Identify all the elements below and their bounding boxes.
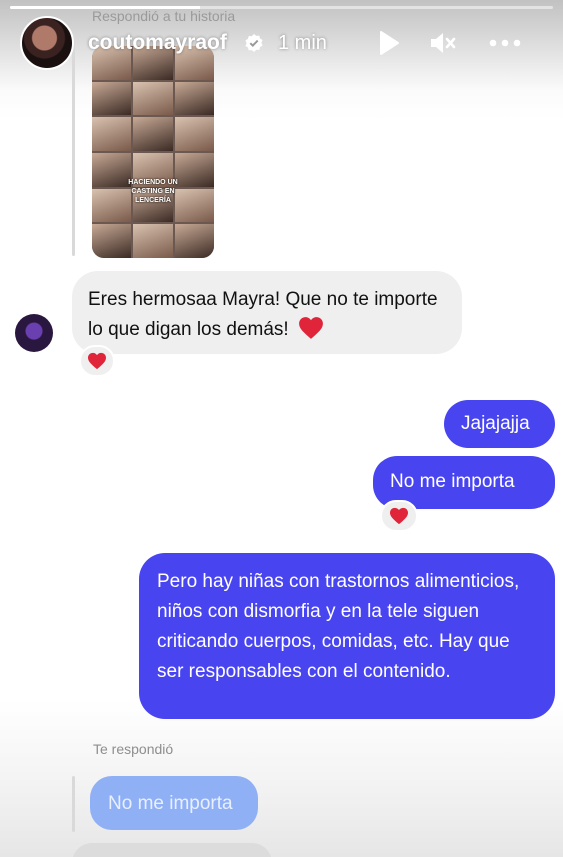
thumb-cell (133, 117, 173, 151)
story-caption: HACIENDO UN CASTING EN LENCERÍA (128, 179, 178, 204)
more-icon[interactable] (487, 28, 523, 58)
thumb-cell (174, 117, 214, 151)
thumb-cell (133, 224, 173, 258)
play-icon[interactable] (373, 28, 403, 58)
thumb-cell (92, 224, 132, 258)
heart-icon (390, 507, 408, 525)
story-time: 1 min (278, 32, 327, 54)
username[interactable]: coutomayraof (88, 31, 227, 55)
heart-icon (88, 352, 106, 370)
thumb-cell (174, 81, 214, 116)
heart-reaction[interactable] (79, 345, 115, 377)
mute-icon[interactable] (428, 28, 458, 58)
thumb-cell (133, 81, 173, 116)
heart-reaction[interactable] (380, 500, 418, 532)
quoted-message[interactable]: No me importa (90, 776, 258, 830)
profile-avatar[interactable] (20, 16, 74, 70)
thumb-cell (174, 224, 214, 258)
sender-avatar[interactable] (15, 314, 53, 352)
heart-emoji-icon (299, 317, 323, 339)
outgoing-message[interactable]: Pero hay niñas con trastornos alimentici… (139, 553, 555, 719)
story-thumbnail[interactable] (92, 46, 214, 258)
incoming-message[interactable]: Eres hermosaa Mayra! Que no te importe l… (72, 271, 462, 354)
quote-line (72, 34, 75, 256)
thumb-cell (92, 117, 132, 151)
incoming-message-text: Eres hermosaa Mayra! Que no te importe l… (88, 289, 438, 340)
incoming-message-partial[interactable] (72, 843, 272, 857)
reply-label: Respondió a tu historia (92, 8, 236, 24)
thumb-cell (92, 81, 132, 116)
quote-line (72, 776, 75, 832)
story-screen: Respondió a tu historia HACIENDO UN CAST… (0, 0, 563, 857)
outgoing-message[interactable]: Jajajajja (444, 400, 555, 448)
verified-badge-icon (245, 34, 263, 52)
replied-label: Te respondió (93, 741, 174, 757)
